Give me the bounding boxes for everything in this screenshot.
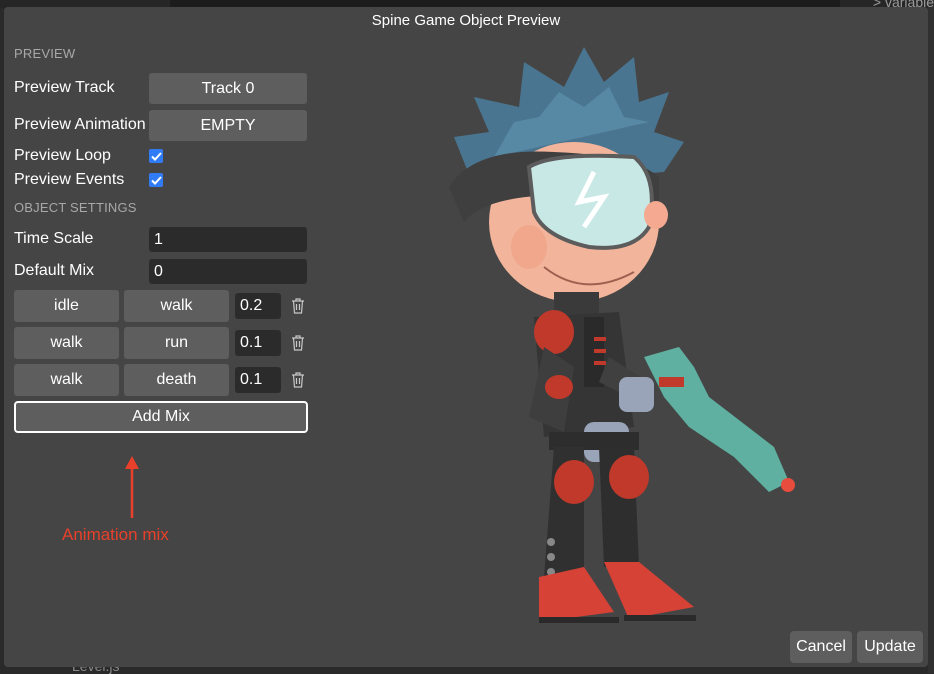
- preview-animation-label: Preview Animation: [14, 116, 146, 133]
- mix-to-select[interactable]: run: [124, 327, 229, 359]
- time-scale-label: Time Scale: [14, 230, 94, 247]
- default-mix-label: Default Mix: [14, 262, 95, 279]
- object-settings-section-title: OBJECT SETTINGS: [14, 200, 137, 215]
- annotation-arrow-icon: [125, 456, 139, 518]
- trash-icon[interactable]: [290, 297, 306, 315]
- preview-track-label: Preview Track: [14, 79, 115, 96]
- preview-animation-select[interactable]: EMPTY: [149, 110, 307, 141]
- mix-from-select[interactable]: walk: [14, 327, 119, 359]
- mix-from-select[interactable]: walk: [14, 364, 119, 396]
- mix-duration-input[interactable]: [235, 367, 281, 393]
- mix-duration-input[interactable]: [235, 293, 281, 319]
- trash-icon[interactable]: [290, 334, 306, 352]
- preview-events-checkbox[interactable]: [149, 173, 163, 187]
- update-button[interactable]: Update: [857, 631, 923, 663]
- preview-loop-checkbox[interactable]: [149, 149, 163, 163]
- preview-events-label: Preview Events: [14, 171, 125, 188]
- mix-to-select[interactable]: death: [124, 364, 229, 396]
- dialog-title: Spine Game Object Preview: [371, 12, 561, 29]
- checkmark-icon: [150, 175, 162, 185]
- background-tab-bar: [170, 0, 840, 7]
- annotation-label: Animation mix: [62, 525, 169, 544]
- preview-section-title: PREVIEW: [14, 46, 76, 61]
- default-mix-input[interactable]: [149, 259, 307, 284]
- cancel-button[interactable]: Cancel: [790, 631, 852, 663]
- background-side-panel: [928, 0, 934, 673]
- spine-preview-dialog: Spine Game Object Preview PREVIEW Previe…: [4, 7, 928, 667]
- time-scale-input[interactable]: [149, 227, 307, 252]
- add-mix-button[interactable]: Add Mix: [14, 401, 308, 433]
- mix-duration-input[interactable]: [235, 330, 281, 356]
- mix-from-select[interactable]: idle: [14, 290, 119, 322]
- spine-character-preview: [449, 47, 795, 623]
- checkmark-icon: [150, 151, 162, 161]
- trash-icon[interactable]: [290, 371, 306, 389]
- preview-loop-label: Preview Loop: [14, 147, 111, 164]
- mix-to-select[interactable]: walk: [124, 290, 229, 322]
- preview-track-select[interactable]: Track 0: [149, 73, 307, 104]
